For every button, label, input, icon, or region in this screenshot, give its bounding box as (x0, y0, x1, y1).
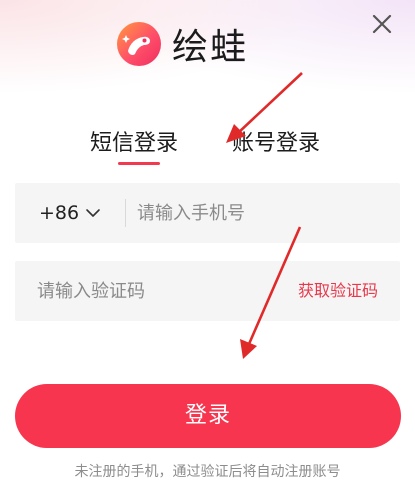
app-name: 绘蛙 (172, 27, 249, 68)
verification-code-input[interactable] (37, 261, 287, 321)
auto-register-notice: 未注册的手机，通过验证后将自动注册账号 (74, 464, 341, 480)
get-code-button[interactable]: 获取验证码 (298, 261, 378, 321)
login-dialog: 绘蛙 短信登录 账号登录 +86 获取验证码 登录 未注册的手机，通过验证后将自… (0, 0, 415, 493)
chevron-down-icon (86, 209, 100, 217)
tab-sms-login[interactable]: 短信登录 (90, 125, 178, 157)
login-button[interactable]: 登录 (15, 384, 401, 448)
login-tabs: 短信登录 账号登录 (0, 125, 415, 170)
field-divider (125, 199, 126, 227)
app-logo: 绘蛙 (116, 20, 248, 68)
phone-field: +86 (15, 183, 400, 243)
frog-logo-icon (117, 22, 161, 66)
close-icon[interactable] (368, 10, 396, 38)
country-code-label: +86 (39, 202, 80, 224)
verification-code-field: 获取验证码 (15, 261, 400, 321)
phone-input[interactable] (137, 183, 387, 243)
country-code-select[interactable]: +86 (39, 183, 101, 243)
tab-account-login[interactable]: 账号登录 (232, 125, 320, 157)
active-tab-indicator (118, 162, 160, 165)
